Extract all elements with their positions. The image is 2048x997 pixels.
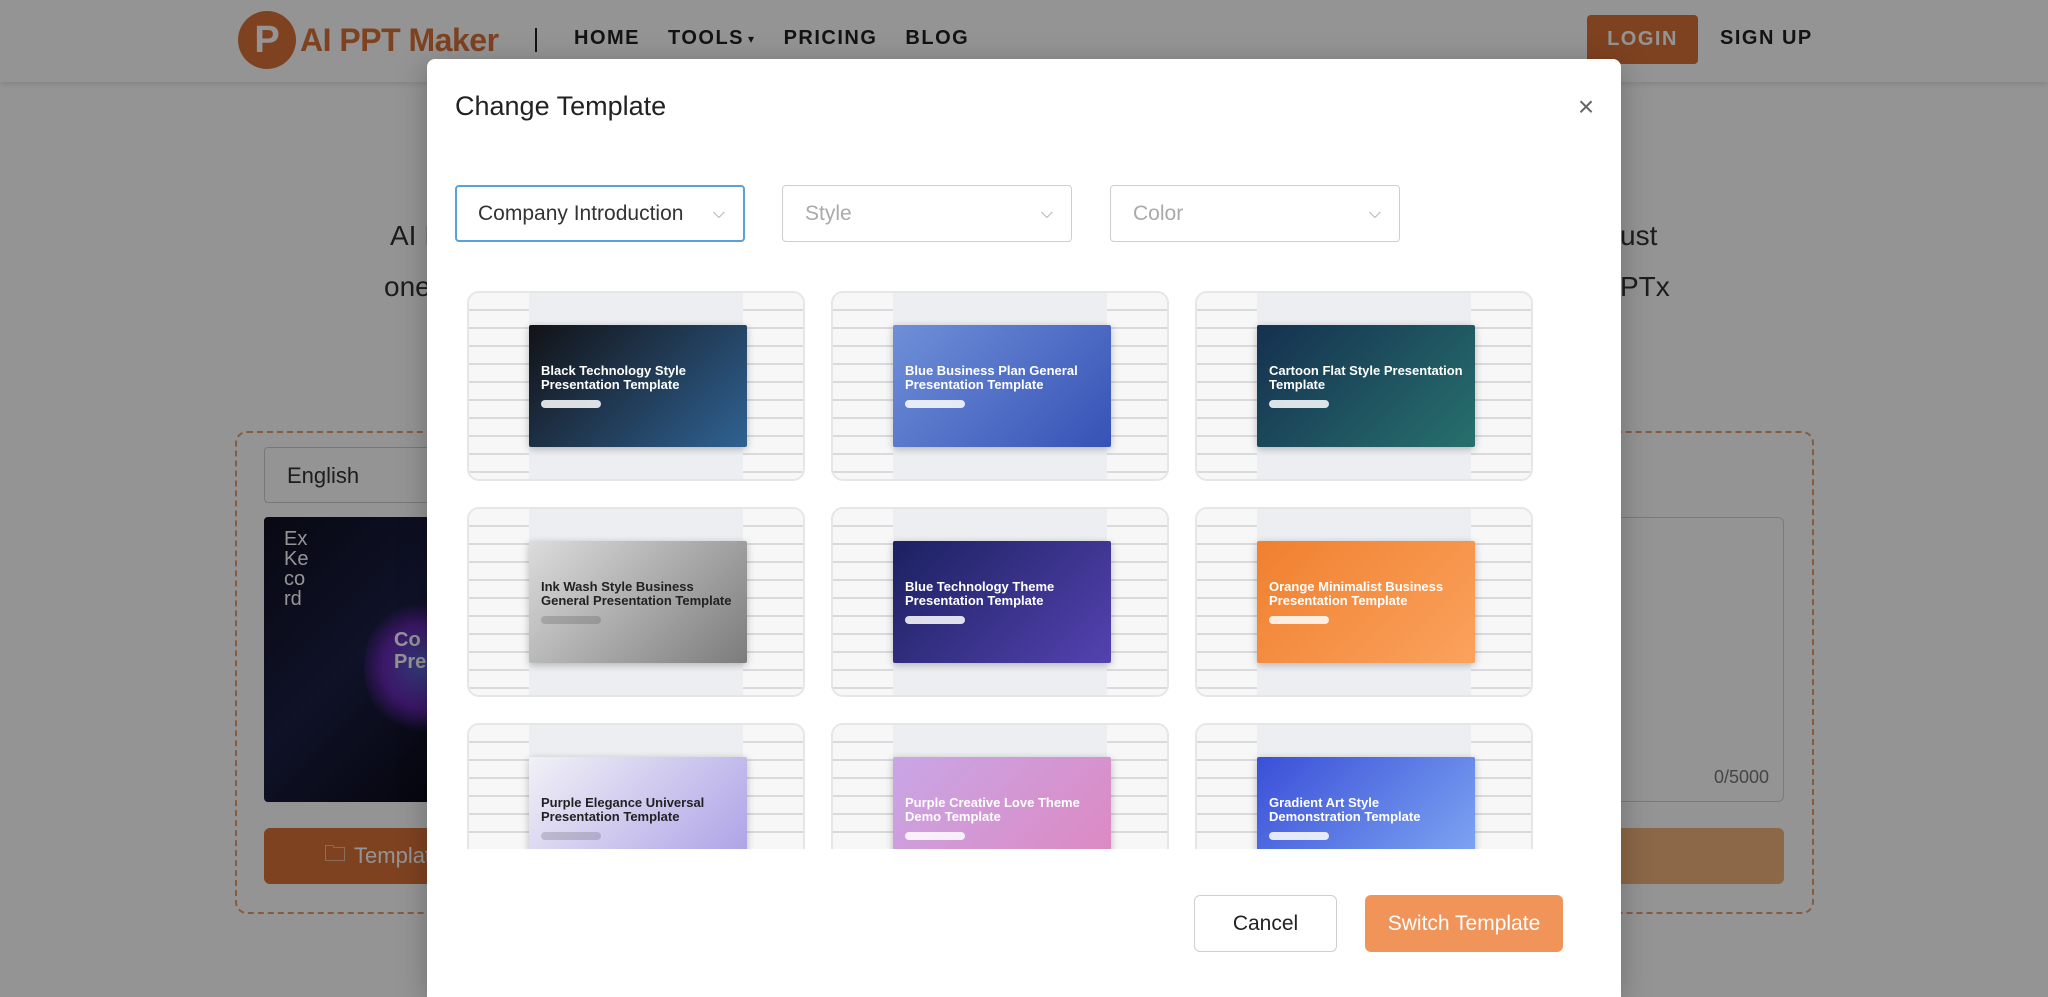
- template-card[interactable]: Cartoon Flat Style Presentation Template: [1195, 291, 1533, 481]
- card-side-page: [743, 725, 803, 849]
- template-cover-pill: [541, 832, 601, 841]
- template-cover-pill: [1269, 616, 1329, 625]
- template-grid[interactable]: Black Technology Style Presentation Temp…: [467, 291, 1587, 849]
- close-icon[interactable]: ×: [1571, 92, 1601, 122]
- card-side-page: [469, 293, 529, 479]
- template-cover: Ink Wash Style Business General Presenta…: [529, 541, 747, 663]
- template-title: Purple Creative Love Theme Demo Template: [905, 794, 1080, 824]
- template-cover: Orange Minimalist Business Presentation …: [1257, 541, 1475, 663]
- template-card[interactable]: Black Technology Style Presentation Temp…: [467, 291, 805, 481]
- chevron-down-icon: ⌵: [1368, 205, 1381, 222]
- template-title: Blue Technology Theme Presentation Templ…: [905, 578, 1055, 608]
- template-title: Ink Wash Style Business General Presenta…: [541, 578, 732, 608]
- template-cover-pill: [905, 400, 965, 409]
- template-cover: Gradient Art Style Demonstration Templat…: [1257, 757, 1475, 849]
- template-card[interactable]: Gradient Art Style Demonstration Templat…: [1195, 723, 1533, 849]
- color-select[interactable]: Color ⌵: [1110, 185, 1400, 242]
- template-cover: Blue Technology Theme Presentation Templ…: [893, 541, 1111, 663]
- card-side-page: [833, 509, 893, 695]
- template-card[interactable]: Purple Elegance Universal Presentation T…: [467, 723, 805, 849]
- template-title: Purple Elegance Universal Presentation T…: [541, 794, 705, 824]
- card-side-page: [743, 509, 803, 695]
- card-side-page: [469, 725, 529, 849]
- template-card[interactable]: Ink Wash Style Business General Presenta…: [467, 507, 805, 697]
- card-side-page: [833, 293, 893, 479]
- chevron-down-icon: ⌵: [1040, 205, 1053, 222]
- category-select[interactable]: Company Introduction ⌵: [455, 185, 745, 242]
- card-side-page: [1197, 293, 1257, 479]
- template-card[interactable]: Blue Business Plan General Presentation …: [831, 291, 1169, 481]
- modal-title: Change Template: [455, 91, 667, 121]
- card-side-page: [469, 509, 529, 695]
- template-cover-pill: [541, 400, 601, 409]
- template-title: Blue Business Plan General Presentation …: [905, 362, 1078, 392]
- card-side-page: [1197, 509, 1257, 695]
- template-cover-pill: [905, 616, 965, 625]
- card-side-page: [833, 725, 893, 849]
- card-side-page: [1107, 725, 1167, 849]
- template-card[interactable]: Purple Creative Love Theme Demo Template: [831, 723, 1169, 849]
- category-select-value: Company Introduction: [478, 202, 684, 225]
- template-card[interactable]: Blue Technology Theme Presentation Templ…: [831, 507, 1169, 697]
- template-title: Cartoon Flat Style Presentation Template: [1269, 362, 1463, 392]
- template-cover-pill: [905, 832, 965, 841]
- card-side-page: [1471, 725, 1531, 849]
- template-cover-pill: [541, 616, 601, 625]
- card-side-page: [1471, 293, 1531, 479]
- card-side-page: [1107, 509, 1167, 695]
- template-title: Black Technology Style Presentation Temp…: [541, 362, 686, 392]
- cancel-button[interactable]: Cancel: [1194, 895, 1337, 952]
- template-cover: Blue Business Plan General Presentation …: [893, 325, 1111, 447]
- template-title: Orange Minimalist Business Presentation …: [1269, 578, 1444, 608]
- change-template-modal: Change Template × Company Introduction ⌵…: [427, 59, 1621, 997]
- template-cover: Cartoon Flat Style Presentation Template: [1257, 325, 1475, 447]
- switch-template-button[interactable]: Switch Template: [1365, 895, 1563, 952]
- card-side-page: [1107, 293, 1167, 479]
- template-cover: Purple Elegance Universal Presentation T…: [529, 757, 747, 849]
- template-cover: Black Technology Style Presentation Temp…: [529, 325, 747, 447]
- style-select-placeholder: Style: [805, 202, 852, 225]
- template-cover-pill: [1269, 832, 1329, 841]
- card-side-page: [743, 293, 803, 479]
- template-title: Gradient Art Style Demonstration Templat…: [1269, 794, 1421, 824]
- card-side-page: [1471, 509, 1531, 695]
- template-card[interactable]: Orange Minimalist Business Presentation …: [1195, 507, 1533, 697]
- template-cover-pill: [1269, 400, 1329, 409]
- card-side-page: [1197, 725, 1257, 849]
- chevron-down-icon: ⌵: [712, 205, 725, 222]
- style-select[interactable]: Style ⌵: [782, 185, 1072, 242]
- color-select-placeholder: Color: [1133, 202, 1184, 225]
- template-cover: Purple Creative Love Theme Demo Template: [893, 757, 1111, 849]
